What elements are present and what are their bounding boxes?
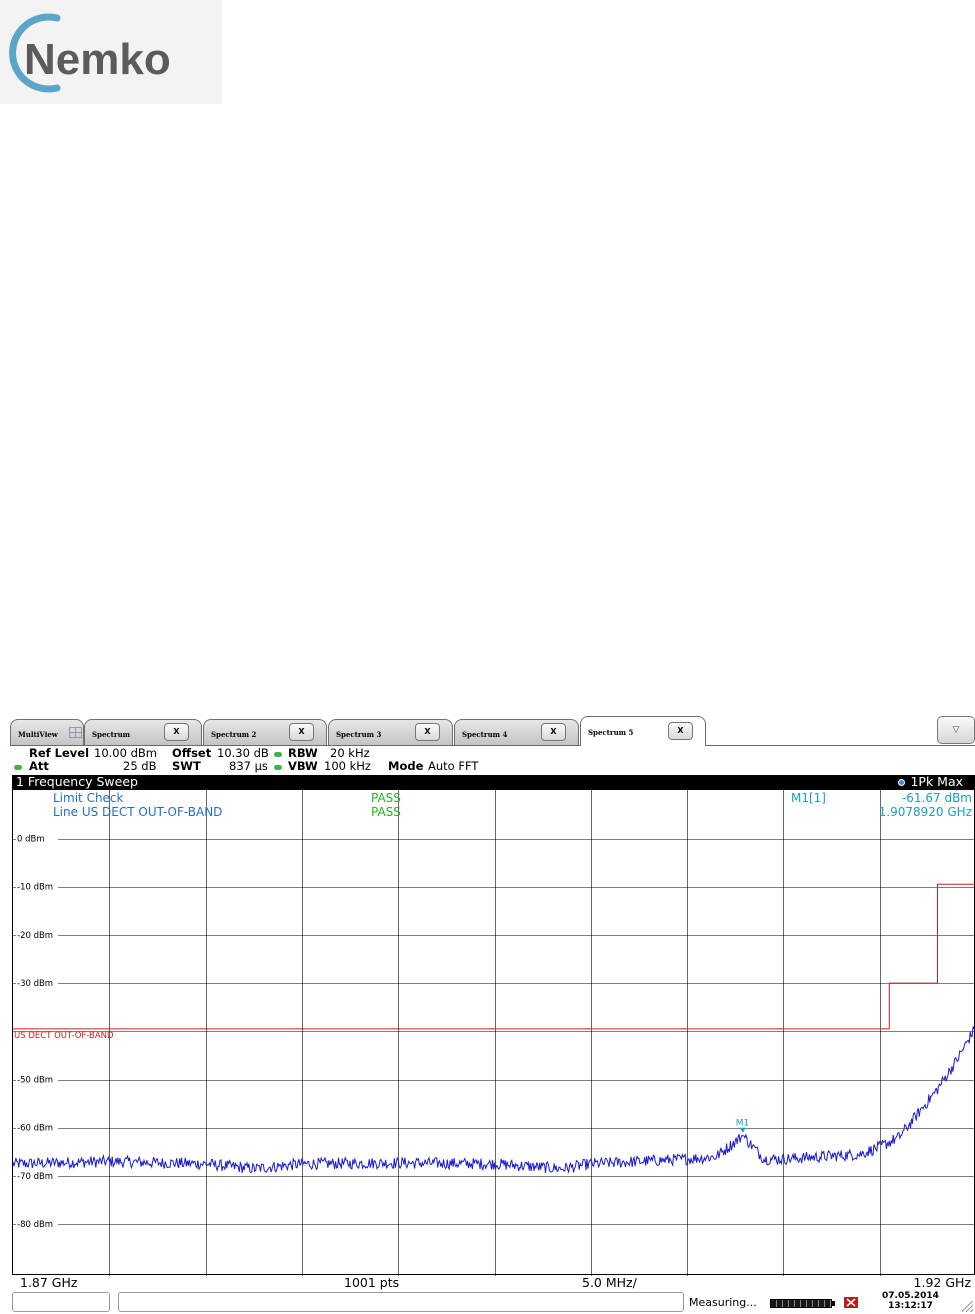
- vbw-label: VBW: [288, 759, 318, 773]
- tab-spectrum[interactable]: Spectrum X: [84, 719, 202, 745]
- close-tab-button[interactable]: X: [668, 722, 693, 740]
- limit-check-label: Limit Check: [53, 791, 124, 805]
- tab-label: Spectrum 4: [462, 730, 508, 739]
- ref-level-value[interactable]: 10.00 dBm: [94, 746, 157, 760]
- att-value[interactable]: 25 dB: [123, 759, 156, 773]
- status-bar: Measuring... 07.05.2014 13:12:17: [10, 1291, 975, 1314]
- tab-spectrum-4[interactable]: Spectrum 4 X: [454, 719, 579, 745]
- tab-spectrum-2[interactable]: Spectrum 2 X: [203, 719, 327, 745]
- spectrum-plot[interactable]: 0 dBm -10 dBm -20 dBm -30 dBm -50 dBm -60 dBm…: [12, 789, 975, 1276]
- measuring-status: Measuring...: [689, 1296, 757, 1309]
- tab-multiview[interactable]: MultiView: [10, 719, 84, 745]
- logo-text: Nemko: [24, 35, 171, 84]
- rbw-value[interactable]: 20 kHz: [330, 746, 370, 760]
- tab-label: Spectrum 5: [588, 728, 634, 737]
- limit-line: [13, 883, 975, 1030]
- rbw-status-icon: [274, 752, 282, 757]
- ref-level-label: Ref Level: [29, 746, 90, 760]
- tab-bar: MultiView Spectrum X Spectrum 2 X Spectr…: [10, 716, 975, 748]
- plot-footer: 1.87 GHz 1001 pts 5.0 MHz/ 1.92 GHz: [12, 1274, 975, 1290]
- marker-tag: M1: [736, 1119, 750, 1129]
- y-tick-label: 0 dBm: [17, 835, 45, 845]
- close-tab-button[interactable]: X: [164, 723, 189, 741]
- tab-spectrum-5[interactable]: Spectrum 5 X: [580, 716, 706, 746]
- y-tick-label: -30 dBm: [17, 979, 53, 989]
- tab-label: Spectrum 3: [336, 730, 382, 739]
- error-indicator-icon[interactable]: [844, 1297, 858, 1308]
- y-tick-label: -50 dBm: [17, 1076, 53, 1086]
- marker-m1[interactable]: M1: [736, 1119, 750, 1133]
- limit-line-label: US DECT OUT-OF-BAND: [14, 1031, 114, 1041]
- y-tick-label: -20 dBm: [17, 931, 53, 941]
- tab-label: MultiView: [18, 730, 58, 739]
- status-message-field: [118, 1292, 684, 1312]
- mode-value[interactable]: Auto FFT: [428, 759, 478, 773]
- start-frequency[interactable]: 1.87 GHz: [20, 1275, 77, 1290]
- status-field-1: [12, 1292, 110, 1312]
- trace-mode[interactable]: 1Pk Max: [910, 774, 963, 789]
- diagram-header: 1 Frequency Sweep 1Pk Max: [12, 774, 975, 789]
- resize-grip-icon[interactable]: [962, 1301, 973, 1312]
- spectrum-chart: 0 dBm -10 dBm -20 dBm -30 dBm -50 dBm -60 dBm…: [13, 790, 975, 1276]
- limit-line-name: Line US DECT OUT-OF-BAND: [53, 805, 222, 819]
- rbw-label: RBW: [288, 746, 318, 760]
- tab-label: Spectrum: [92, 730, 131, 739]
- y-tick-label: -80 dBm: [17, 1220, 53, 1230]
- stop-frequency[interactable]: 1.92 GHz: [914, 1275, 971, 1290]
- triangle-down-icon[interactable]: ▽: [937, 716, 975, 744]
- diagram-title: 1 Frequency Sweep: [16, 774, 138, 789]
- marker-level: -61.67 dBm: [902, 791, 972, 805]
- y-tick-label: -60 dBm: [17, 1124, 53, 1134]
- marker-frequency: 1.9078920 GHz: [879, 805, 972, 819]
- y-tick-label: -70 dBm: [17, 1172, 53, 1182]
- y-tick-label: -10 dBm: [17, 883, 53, 893]
- att-label: Att: [29, 759, 49, 773]
- close-tab-button[interactable]: X: [289, 723, 314, 741]
- close-tab-button[interactable]: X: [415, 723, 440, 741]
- multiview-grid-icon: [69, 727, 82, 738]
- trace-1-line: [13, 1026, 975, 1174]
- close-tab-button[interactable]: X: [541, 723, 566, 741]
- tab-label: Spectrum 2: [211, 730, 257, 739]
- sweep-points: 1001 pts: [344, 1275, 400, 1290]
- offset-value[interactable]: 10.30 dB: [217, 746, 269, 760]
- measurement-settings: Ref Level 10.00 dBm Offset 10.30 dB RBW …: [12, 746, 975, 774]
- vbw-status-icon: [274, 765, 282, 770]
- span-per-division: 5.0 MHz/: [582, 1275, 637, 1290]
- vbw-value[interactable]: 100 kHz: [324, 759, 371, 773]
- limit-line-result: PASS: [371, 805, 401, 819]
- trace-indicator-icon: [898, 779, 905, 786]
- nemko-logo: Nemko: [0, 0, 222, 104]
- att-status-icon: [14, 765, 22, 770]
- marker-label: M1[1]: [791, 791, 826, 805]
- offset-label: Offset: [172, 746, 212, 760]
- time: 13:12:17: [888, 1301, 933, 1311]
- limit-check-result: PASS: [371, 791, 401, 805]
- swt-label: SWT: [172, 759, 201, 773]
- swt-value[interactable]: 837 µs: [229, 759, 268, 773]
- mode-label: Mode: [388, 759, 424, 773]
- date: 07.05.2014: [882, 1291, 939, 1301]
- tab-spectrum-3[interactable]: Spectrum 3 X: [328, 719, 453, 745]
- progress-bar: [770, 1299, 832, 1308]
- date-time: 07.05.2014 13:12:17: [882, 1291, 939, 1311]
